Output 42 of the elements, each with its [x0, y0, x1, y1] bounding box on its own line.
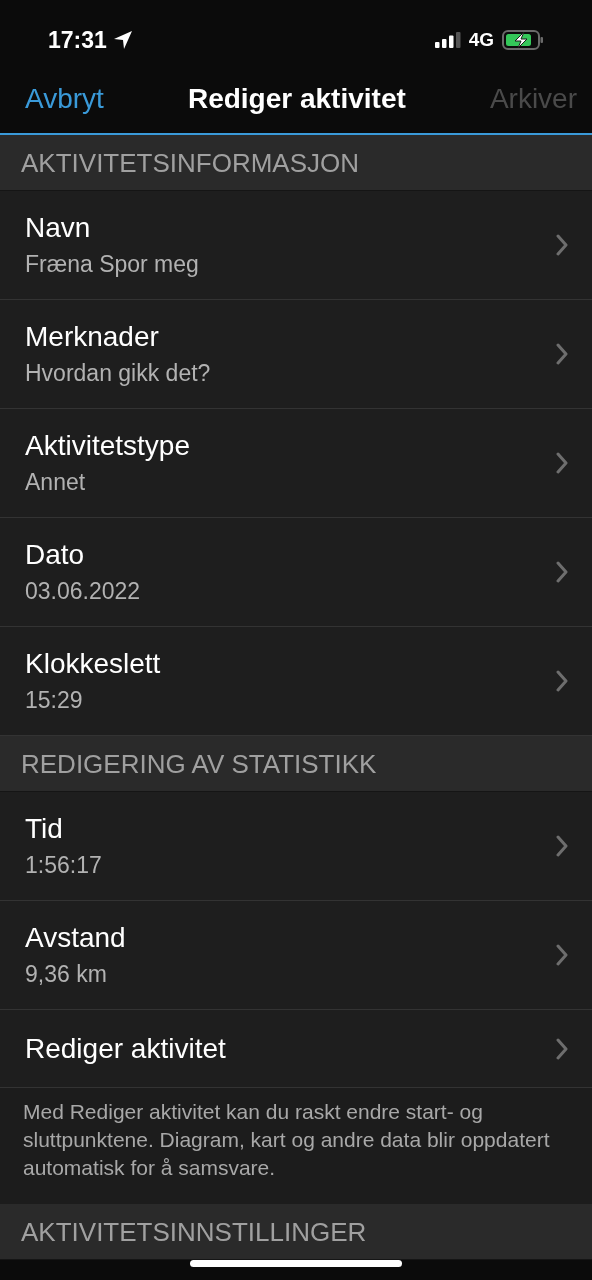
cancel-button[interactable]: Avbryt [25, 77, 104, 134]
row-title: Avstand [25, 922, 127, 954]
list-row[interactable]: Tid 1:56:17 [0, 792, 592, 901]
row-value: 15:29 [25, 686, 84, 714]
row-title: Navn [25, 212, 92, 244]
row-value: 03.06.2022 [25, 577, 142, 605]
list-row[interactable]: Merknader Hvordan gikk det? [0, 300, 592, 409]
list-row[interactable]: Avstand 9,36 km [0, 901, 592, 1010]
list-row[interactable]: Navn Fræna Spor meg [0, 191, 592, 300]
row-title: Aktivitetstype [25, 430, 191, 462]
chevron-right-icon [556, 944, 568, 966]
row-value: Hvordan gikk det? [25, 359, 212, 387]
list-row[interactable]: Klokkeslett 15:29 [0, 627, 592, 736]
row-title: Merknader [25, 321, 160, 353]
section-footer-text: Med Rediger aktivitet kan du raskt endre start- og sluttpunktene. Diagram, kart og andre data blir oppdatert automatisk for å samsvare. [23, 1099, 551, 1181]
chevron-right-icon [556, 343, 568, 365]
row-title: Rediger aktivitet [25, 1032, 227, 1065]
chevron-right-icon [556, 670, 568, 692]
list-row[interactable]: Dato 03.06.2022 [0, 518, 592, 627]
row-value: 9,36 km [25, 960, 108, 988]
section-header: REDIGERING AV STATISTIKK [21, 748, 377, 779]
chevron-right-icon [556, 1037, 568, 1060]
battery-charging-icon [502, 30, 544, 50]
chevron-right-icon [556, 452, 568, 474]
row-value: Annet [25, 468, 87, 496]
row-title: Klokkeslett [25, 648, 162, 680]
location-arrow-icon [112, 30, 133, 50]
row-title: Dato [25, 539, 86, 571]
row-value: 1:56:17 [25, 851, 103, 879]
section-header: AKTIVITETSINNSTILLINGER [21, 1216, 367, 1247]
chevron-right-icon [556, 561, 568, 583]
row-value: Fræna Spor meg [25, 250, 200, 278]
chevron-right-icon [556, 835, 568, 857]
chevron-right-icon [556, 234, 568, 256]
signal-icon [434, 32, 461, 48]
screen-title: Rediger aktivitet [187, 81, 406, 116]
status-time: 17:31 [48, 25, 107, 55]
list-row[interactable]: Aktivitetstype Annet [0, 409, 592, 518]
network-label: 4G [468, 27, 494, 52]
list-row[interactable]: Rediger aktivitet [0, 1010, 592, 1088]
section-header: AKTIVITETSINFORMASJON [21, 147, 360, 178]
row-title: Tid [25, 813, 64, 845]
